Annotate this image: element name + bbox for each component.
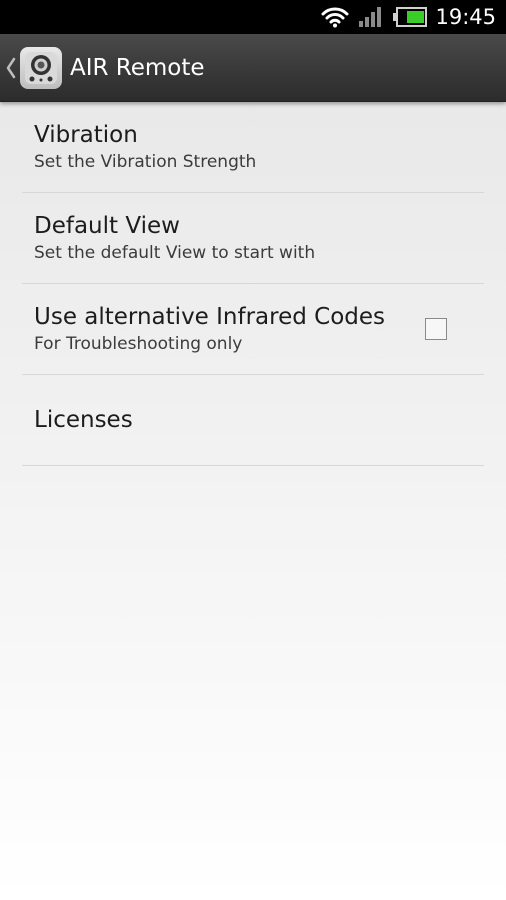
- settings-list: Vibration Set the Vibration Strength Def…: [22, 102, 484, 466]
- back-chevron-icon[interactable]: [4, 57, 18, 79]
- pref-summary: For Troubleshooting only: [34, 334, 243, 354]
- wifi-icon: [321, 6, 349, 28]
- signal-icon: [358, 6, 384, 28]
- pref-title: Licenses: [34, 407, 133, 433]
- pref-licenses[interactable]: Licenses: [22, 375, 484, 466]
- pref-alternative-ir-codes[interactable]: Use alternative Infrared Codes For Troub…: [22, 284, 484, 375]
- pref-title: Vibration: [34, 122, 138, 148]
- status-time: 19:45: [435, 5, 496, 29]
- pref-summary: Set the default View to start with: [34, 243, 316, 263]
- pref-title: Default View: [34, 213, 180, 239]
- app-title: AIR Remote: [70, 54, 205, 81]
- battery-icon: [393, 7, 428, 27]
- action-bar: AIR Remote: [0, 34, 506, 102]
- pref-title: Use alternative Infrared Codes: [34, 304, 386, 330]
- alternative-ir-codes-checkbox[interactable]: [425, 318, 447, 340]
- pref-summary: Set the Vibration Strength: [34, 152, 257, 172]
- pref-vibration[interactable]: Vibration Set the Vibration Strength: [22, 102, 484, 193]
- status-bar: 19:45: [0, 0, 506, 34]
- pref-default-view[interactable]: Default View Set the default View to sta…: [22, 193, 484, 284]
- speaker-app-icon[interactable]: [20, 46, 62, 89]
